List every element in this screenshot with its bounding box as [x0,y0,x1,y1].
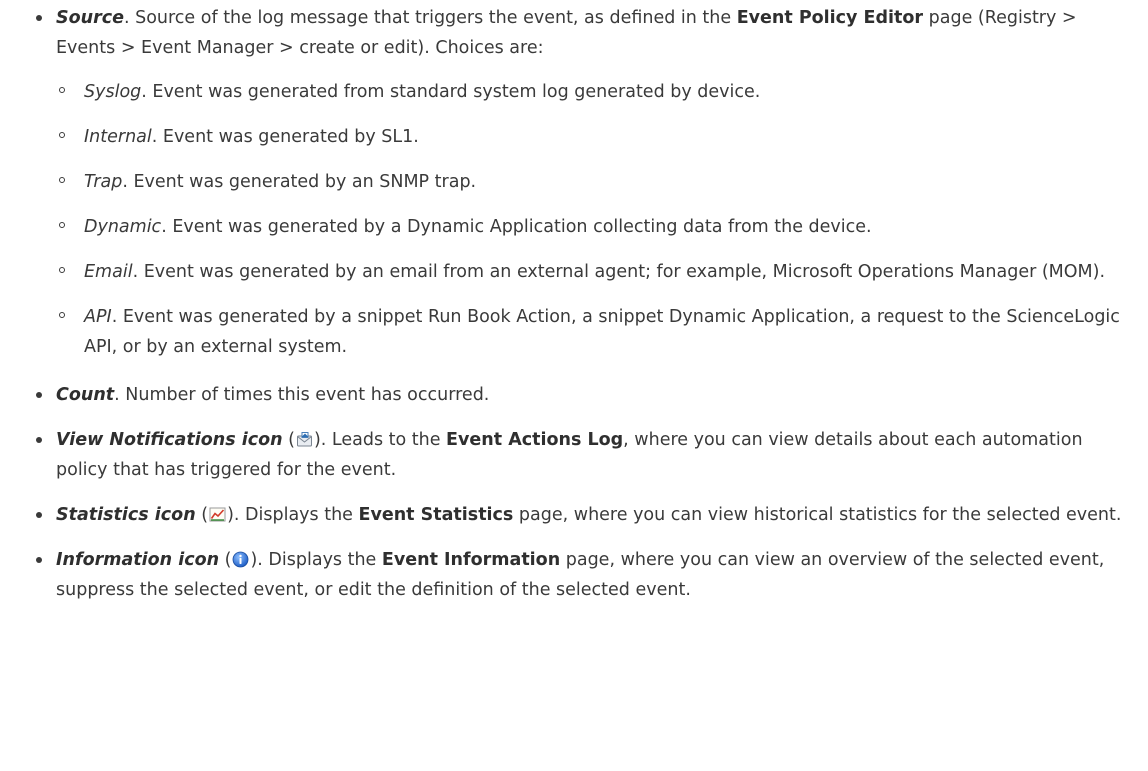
notification-envelope-icon [296,431,313,448]
statistics-chart-icon [209,506,226,523]
paren-open: ( [282,430,295,450]
list-item-syslog: Syslog. Event was generated from standar… [56,77,1128,107]
list-item-count: Count. Number of times this event has oc… [36,380,1128,410]
event-policy-editor-label: Event Policy Editor [736,8,924,28]
list-item-internal: Internal. Event was generated by SL1. [56,122,1128,152]
paren-open: ( [219,550,232,570]
internal-description: . Event was generated by SL1. [151,127,419,147]
trap-description: . Event was generated by an SNMP trap. [122,172,477,192]
statistics-description-a: ). Displays the [227,505,359,525]
api-description: . Event was generated by a snippet Run B… [84,307,1120,357]
list-item-email: Email. Event was generated by an email f… [56,257,1128,287]
term-email: Email [84,262,133,282]
view-notifications-description-a: ). Leads to the [313,430,447,450]
term-statistics: Statistics icon [56,505,196,525]
information-icon [232,551,249,568]
list-item-information: Information icon ( ). Displays the Event … [36,545,1128,605]
paren-open: ( [195,505,209,525]
field-list: Source. Source of the log message that t… [36,3,1128,605]
term-count: Count [56,385,115,405]
list-item-api: API. Event was generated by a snippet Ru… [56,302,1128,362]
event-statistics-label: Event Statistics [358,505,514,525]
source-choices-list: Syslog. Event was generated from standar… [56,77,1128,362]
syslog-description: . Event was generated from standard syst… [141,82,761,102]
list-item-source: Source. Source of the log message that t… [36,3,1128,362]
term-trap: Trap [84,172,123,192]
list-item-statistics: Statistics icon ( ). Displays the Event S… [36,500,1128,530]
term-dynamic: Dynamic [84,217,162,237]
term-api: API [84,307,112,327]
term-information: Information icon [56,550,220,570]
count-description: . Number of times this event has occurre… [114,385,490,405]
term-syslog: Syslog [84,82,142,102]
event-actions-log-label: Event Actions Log [446,430,624,450]
term-view-notifications: View Notifications icon [56,430,283,450]
information-description-a: ). Displays the [250,550,382,570]
list-item-dynamic: Dynamic. Event was generated by a Dynami… [56,212,1128,242]
term-source: Source [56,8,124,28]
event-information-label: Event Information [381,550,561,570]
statistics-description-b: page, where you can view historical stat… [513,505,1122,525]
source-description-a: . Source of the log message that trigger… [123,8,737,28]
document-body: Source. Source of the log message that t… [0,0,1148,605]
term-internal: Internal [84,127,152,147]
list-item-trap: Trap. Event was generated by an SNMP tra… [56,167,1128,197]
dynamic-description: . Event was generated by a Dynamic Appli… [161,217,872,237]
list-item-view-notifications: View Notifications icon ( ). Leads to the… [36,425,1128,485]
email-description: . Event was generated by an email from a… [132,262,1106,282]
